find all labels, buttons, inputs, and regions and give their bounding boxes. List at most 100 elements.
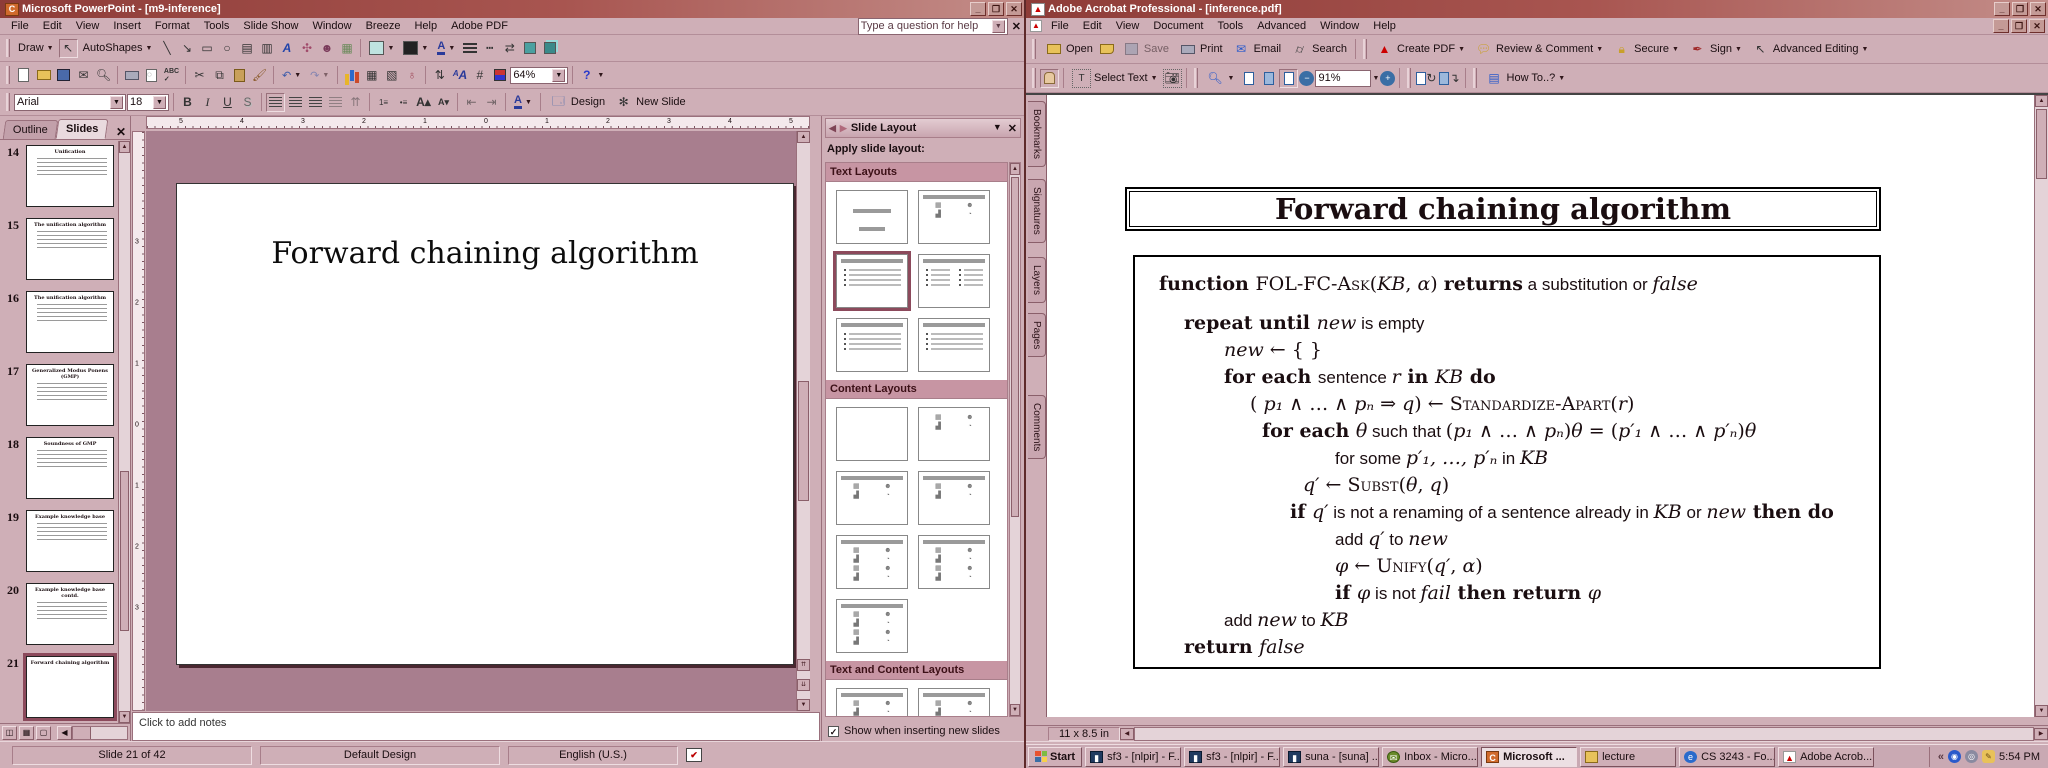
open-file-icon[interactable]	[34, 66, 53, 85]
layout-option-vertical-text[interactable]	[836, 318, 908, 372]
dash-style-icon[interactable]: ┅	[480, 39, 499, 58]
layout-option-title-two-content[interactable]: ▦☻▟◔	[918, 471, 990, 525]
underline-icon[interactable]: U	[218, 93, 237, 112]
pane-close-icon[interactable]: ✕	[1008, 122, 1017, 135]
acro-menu-help[interactable]: Help	[1366, 18, 1403, 34]
paste-icon[interactable]	[230, 66, 249, 85]
tray-app-icon-2[interactable]: ◎	[1965, 750, 1978, 763]
tray-chevron-icon[interactable]: «	[1938, 751, 1944, 763]
insert-chart-icon[interactable]	[342, 66, 361, 85]
mail-icon[interactable]: ✉	[74, 66, 93, 85]
cut-icon[interactable]: ✂	[190, 66, 209, 85]
increase-indent-icon[interactable]: ⇥	[482, 93, 501, 112]
search-button[interactable]: ⌭Search	[1286, 39, 1351, 60]
fit-page-icon[interactable]	[1259, 69, 1278, 88]
doc-minimize-button[interactable]: _	[1993, 19, 2009, 33]
sign-button[interactable]: ✒Sign▼	[1684, 39, 1746, 60]
pdf-document-icon[interactable]: ▲	[1030, 20, 1042, 32]
pane-dropdown-icon[interactable]: ▼	[993, 122, 1002, 135]
ws-scroll-down-icon[interactable]: ▼	[797, 699, 810, 711]
tab-outline[interactable]: Outline	[3, 120, 59, 139]
acro-scroll-down-icon[interactable]: ▼	[2035, 705, 2048, 717]
align-center-icon[interactable]	[286, 93, 305, 112]
start-button[interactable]: Start	[1028, 747, 1082, 767]
rotate-pages-icon[interactable]: ↻	[1415, 69, 1437, 88]
slide-thumbnail[interactable]: 15The unification algorithm	[0, 214, 118, 287]
normal-view-button[interactable]: ◫	[2, 726, 17, 740]
acro-scroll-up-icon[interactable]: ▲	[2035, 95, 2048, 107]
help-icon[interactable]: ?	[577, 66, 596, 85]
taskbar-item[interactable]: eCS 3243 - Fo...	[1679, 747, 1775, 767]
undo-button[interactable]: ↶▼	[278, 65, 305, 86]
insert-table-icon[interactable]: ▦	[362, 66, 381, 85]
rectangle-tool-icon[interactable]: ▭	[197, 39, 216, 58]
hscroll-right-arrow-icon[interactable]: ▶	[2034, 728, 2048, 740]
layout-option-title-only[interactable]: ▦☻▟◔	[918, 190, 990, 244]
scroll-down-icon[interactable]: ▼	[119, 711, 130, 723]
acro-menu-window[interactable]: Window	[1313, 18, 1366, 34]
slide-thumbnail[interactable]: 19Example knowledge base	[0, 506, 118, 579]
secure-button[interactable]: 🔒︎Secure▼	[1608, 39, 1683, 60]
expand-all-icon[interactable]: ⇅	[430, 66, 449, 85]
pane-forward-icon[interactable]: ▶	[840, 123, 847, 134]
menu-slide-show[interactable]: Slide Show	[236, 18, 305, 34]
taskbar-item[interactable]: ▮suna - [suna] ...	[1283, 747, 1379, 767]
italic-icon[interactable]: I	[198, 93, 217, 112]
new-slide-button[interactable]: ✻New Slide	[610, 92, 690, 113]
slide-thumbnail[interactable]: 21Forward chaining algorithm	[0, 652, 118, 723]
slide-design-button[interactable]: 🗔︎Design	[545, 92, 609, 113]
zoom-in-icon[interactable]: +	[1380, 71, 1395, 86]
taskbar-item[interactable]: ▮sf3 - [nlpir] - F...	[1184, 747, 1280, 767]
open-button[interactable]: Open	[1040, 39, 1097, 60]
acrobat-titlebar[interactable]: ▲ Adobe Acrobat Professional - [inferenc…	[1026, 0, 2048, 18]
layout-option-title-text-content[interactable]: ▦☻▟◔	[836, 688, 908, 717]
hand-tool-icon[interactable]	[1040, 69, 1059, 88]
line-tool-icon[interactable]: ╲	[157, 39, 176, 58]
menu-edit[interactable]: Edit	[36, 18, 69, 34]
layout-option-title-content-quad-b[interactable]: ▦☻▟◔▦☻▟◔	[918, 535, 990, 589]
autoshapes-menu-button[interactable]: AutoShapes▼	[79, 38, 157, 59]
layout-option-title-content[interactable]: ▦☻▟◔	[836, 471, 908, 525]
email-button[interactable]: ✉Email	[1228, 39, 1286, 60]
close-button[interactable]: ✕	[1006, 2, 1022, 16]
slide-thumbnail-image[interactable]: Example knowledge base	[26, 510, 114, 572]
actual-size-icon[interactable]	[1239, 69, 1258, 88]
oval-tool-icon[interactable]: ○	[217, 39, 236, 58]
print-preview-icon[interactable]: ◌	[142, 66, 161, 85]
layout-option-title-content-text[interactable]: ▦☻▟◔	[918, 688, 990, 717]
powerpoint-titlebar[interactable]: C Microsoft PowerPoint - [m9-inference] …	[0, 0, 1024, 18]
acrobat-vertical-scrollbar[interactable]: ▲ ▼	[2034, 95, 2048, 717]
layout-option-title-two-column-text[interactable]	[918, 254, 990, 308]
text-shadow-icon[interactable]: S	[238, 93, 257, 112]
review-comment-button[interactable]: 💬︎Review & Comment▼	[1470, 39, 1607, 60]
menubar-close-icon[interactable]: ✕	[1012, 20, 1021, 33]
acro-menu-file[interactable]: File	[1044, 18, 1076, 34]
text-box-icon[interactable]: ▤	[237, 39, 256, 58]
menu-breeze[interactable]: Breeze	[359, 18, 408, 34]
nav-tab-comments[interactable]: Comments	[1028, 395, 1046, 459]
slideshow-view-button[interactable]: ▢	[36, 726, 51, 740]
print-button[interactable]: Print	[1174, 39, 1227, 60]
doc-close-button[interactable]: ✕	[2029, 19, 2045, 33]
help-question-box[interactable]: Type a question for help ▼	[858, 18, 1008, 35]
acro-menu-view[interactable]: View	[1109, 18, 1147, 34]
3d-style-icon[interactable]	[540, 39, 559, 58]
slide-thumbnail-image[interactable]: Example knowledge base contd.	[26, 583, 114, 645]
vertical-text-box-icon[interactable]: ▥	[257, 39, 276, 58]
status-language[interactable]: English (U.S.)	[508, 746, 678, 765]
slide-thumbnail-image[interactable]: Forward chaining algorithm	[26, 656, 114, 718]
slide-sorter-view-button[interactable]: ▦	[19, 726, 34, 740]
taskbar-item[interactable]: ▮sf3 - [nlpir] - F...	[1085, 747, 1181, 767]
show-formatting-icon[interactable]: ᴬA	[450, 66, 469, 85]
layout-option-content[interactable]: ▦☻▟◔	[918, 407, 990, 461]
acrobat-zoom-dropdown-icon[interactable]: ▼	[1372, 75, 1379, 82]
menu-format[interactable]: Format	[148, 18, 197, 34]
copy-icon[interactable]: ⧉	[210, 66, 229, 85]
slide-thumbnail-image[interactable]: The unification algorithm	[26, 291, 114, 353]
acro-minimize-button[interactable]: _	[1994, 2, 2010, 16]
bold-icon[interactable]: B	[178, 93, 197, 112]
pdf-page[interactable]: Forward chaining algorithm function FOL-…	[1047, 95, 2034, 717]
slide-thumbnail[interactable]: 17Generalized Modus Ponens (GMP)	[0, 360, 118, 433]
slide-thumbnail-image[interactable]: The unification algorithm	[26, 218, 114, 280]
tray-pencil-icon[interactable]: ✎	[1982, 750, 1995, 763]
